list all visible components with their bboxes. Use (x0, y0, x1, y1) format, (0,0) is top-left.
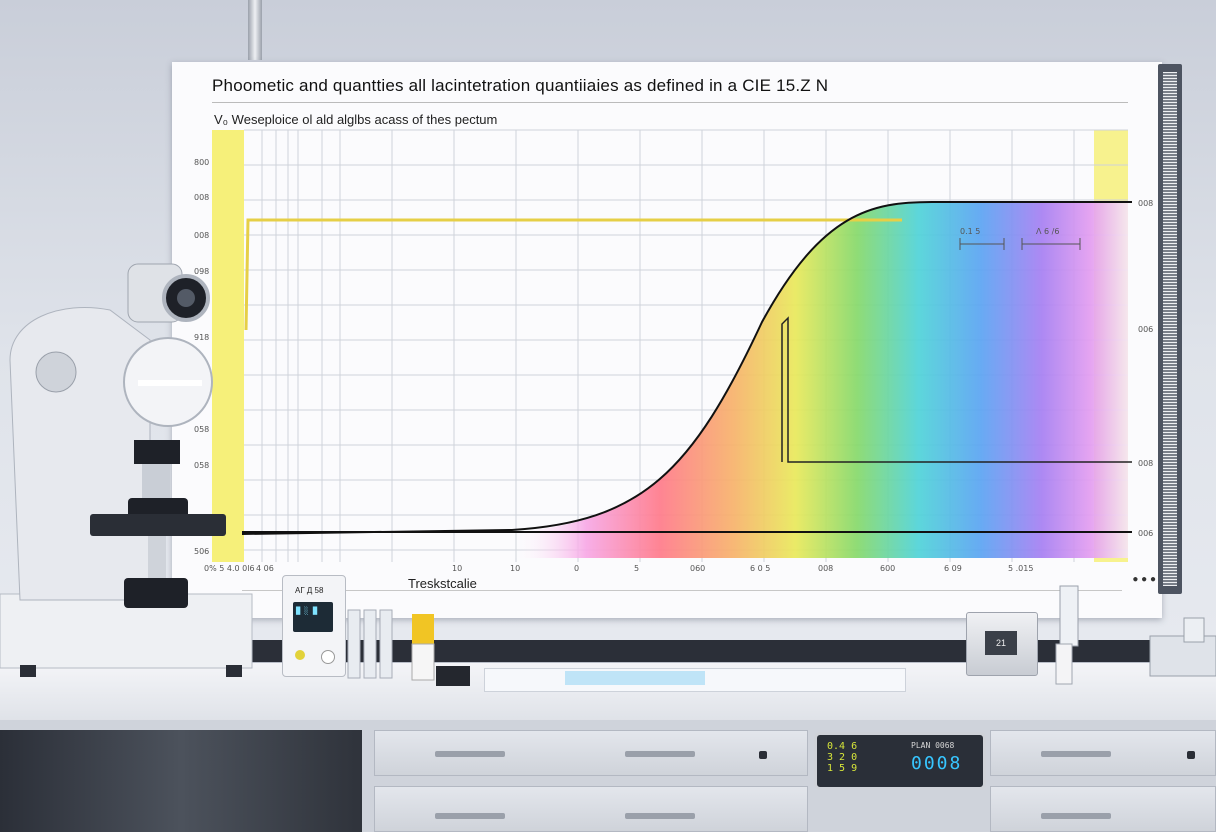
x-tick: 5 (634, 564, 639, 573)
dark-cabinet-panel (0, 730, 362, 832)
test-tube-icon (347, 609, 361, 679)
drawer[interactable] (990, 730, 1216, 776)
microscope (0, 263, 253, 677)
drawer-handle[interactable] (1041, 813, 1111, 819)
drawer-handle[interactable] (435, 813, 505, 819)
right-tick: 008 (1138, 459, 1153, 468)
digital-display: 0.4 6 3 2 0 1 5 9 PLAN 0068 0008 (814, 732, 986, 790)
tape-roll-icon (436, 666, 470, 686)
x-ticks: 0% 5 4.0 0l6 4 06 10 10 0 5 060 6 0 5 00… (204, 564, 1033, 573)
box-instrument[interactable]: 21 (966, 612, 1038, 676)
lab-glassware (347, 609, 470, 686)
x-tick: 6 0 5 (750, 564, 770, 573)
ruler-scale (1163, 72, 1177, 586)
right-glassware (1055, 585, 1216, 685)
spectral-plot: 800 008 008 098 918 058 058 506 0% 5 4.0… (194, 129, 1153, 573)
x-tick: 5 .015 (1008, 564, 1033, 573)
x-tick: 008 (818, 564, 833, 573)
drawer[interactable] (374, 786, 808, 832)
x-axis-label: Treskstcalie (408, 576, 477, 591)
objective-turret (134, 440, 180, 464)
container-icon (1183, 617, 1205, 643)
meter-screen-text: █ ░ █ (296, 607, 318, 615)
meter-screen: █ ░ █ (293, 602, 333, 632)
title-divider (212, 102, 1128, 103)
y-tick: 008 (194, 231, 209, 240)
drawer-handle[interactable] (625, 813, 695, 819)
drawer-handle[interactable] (1041, 751, 1111, 757)
chart-board: 800 008 008 098 918 058 058 506 0% 5 4.0… (172, 62, 1162, 618)
right-tick: 008 (1138, 199, 1153, 208)
y-tick: 008 (194, 193, 209, 202)
x-tick: 6 09 (944, 564, 962, 573)
drawer[interactable] (374, 730, 808, 776)
test-tube-icon (363, 609, 377, 679)
condenser (124, 578, 188, 608)
meter-button-icon[interactable] (321, 650, 335, 664)
chart-subtitle: V₀ Weseploice ol ald alglbs acass of the… (214, 112, 498, 127)
annotation-label: Ʌ 6 /6 (1036, 227, 1059, 236)
annotation-label: 0.1 5 (960, 227, 980, 236)
meter-label: АГ Д 58 (295, 586, 324, 595)
x-tick: 600 (880, 564, 895, 573)
drawer-handle[interactable] (625, 751, 695, 757)
display-label: PLAN 0068 (911, 741, 955, 750)
meter-button-icon[interactable] (295, 650, 305, 660)
yellow-vial-icon (412, 614, 434, 644)
x-tick: 0 (574, 564, 579, 573)
test-tube-icon (379, 609, 393, 679)
right-tick: 006 (1138, 325, 1153, 334)
drawer-handle[interactable] (435, 751, 505, 757)
right-ticks: 008 006 008 006 (1138, 199, 1153, 538)
drawer-lock-icon (1187, 751, 1195, 759)
microscope-stage (90, 514, 226, 536)
chart-title: Phoometic and quantties all lacintetrati… (212, 76, 829, 95)
microscope-arm (9, 306, 151, 601)
spectrum-fill (512, 202, 1128, 558)
x-tick: 10 (510, 564, 520, 573)
blue-tray (565, 671, 705, 685)
drawer-lock-icon (759, 751, 767, 759)
ceiling-pipe (248, 0, 262, 60)
focus-knob-icon (35, 351, 77, 393)
bottom-rule (242, 590, 1122, 591)
vertical-ruler (1158, 64, 1182, 594)
handheld-meter[interactable]: АГ Д 58 █ ░ █ (282, 575, 346, 677)
display-readout-right: 0008 (911, 753, 963, 774)
paper-sheet (484, 668, 906, 692)
drawer[interactable] (990, 786, 1216, 832)
instrument-box-icon (1149, 635, 1216, 677)
right-tick: 006 (1138, 529, 1153, 538)
display-readout-left: 0.4 6 3 2 0 1 5 9 (827, 741, 858, 774)
box-instrument-label: 21 (985, 631, 1017, 655)
beaker-icon (1059, 585, 1079, 647)
bottle-icon (1055, 643, 1073, 685)
vial-body-icon (411, 643, 435, 681)
x-tick: 10 (452, 564, 462, 573)
x-tick: 060 (690, 564, 705, 573)
y-tick: 800 (194, 158, 209, 167)
